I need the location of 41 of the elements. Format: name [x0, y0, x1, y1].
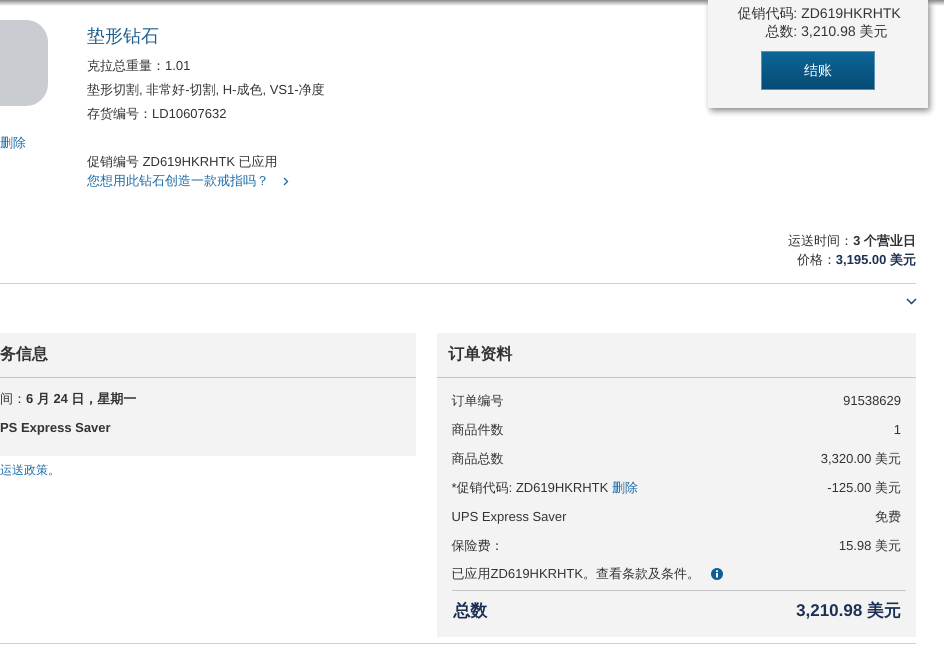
shipping-time-value: 3 个营业日 — [853, 233, 916, 248]
checkout-button[interactable]: 结账 — [761, 51, 875, 90]
info-icon — [711, 568, 723, 580]
remove-link[interactable]: 删除 — [0, 134, 87, 152]
promo-note: 促销编号 ZD619HKRHTK 已应用 — [87, 153, 279, 171]
carat-weight: 克拉总重量：1.01 — [87, 57, 192, 75]
shipping-time-label: 运送时间： — [788, 233, 854, 248]
total-value: 3,210.98 美元 — [801, 22, 889, 40]
panel-title: 务信息 — [0, 333, 416, 378]
summary-value: -125.00 美元 — [827, 479, 901, 497]
remove-link[interactable]: 删除 — [612, 480, 638, 495]
summary-value: 3,320.00 美元 — [820, 450, 901, 468]
summary-value: 1 — [894, 421, 901, 439]
summary-value: 91538629 — [843, 392, 901, 410]
chevron-right-icon — [283, 176, 289, 186]
summary-value: 免费 — [875, 508, 901, 526]
promo-code-value: ZD619HKRHTK — [801, 4, 901, 22]
summary-label: UPS Express Saver — [452, 508, 566, 526]
price-label: 价格： — [796, 252, 836, 267]
stock-number: 存货编号：LD10607632 — [87, 105, 228, 123]
summary-label: 商品总数 — [452, 450, 504, 468]
promo-code-label: 促销代码: — [737, 4, 798, 22]
total-label: 总数 — [454, 600, 488, 622]
panel-title: 订单资料 — [436, 333, 916, 378]
promo-terms-note: 已应用ZD619HKRHTK。查看条款及条件。 — [452, 565, 700, 583]
promo-code-label: *促销代码: ZD619HKRHTK — [452, 480, 610, 495]
price-value: 3,195.00 美元 — [836, 252, 916, 267]
product-title: 垫形钻石 — [87, 26, 159, 46]
shipping-policy-link[interactable]: 运送政策。 — [0, 462, 60, 479]
chevron-down-icon — [906, 298, 917, 305]
summary-label: 订单编号 — [452, 392, 504, 410]
ring-link[interactable]: 您想用此钻石创造一款戒指吗？ — [87, 172, 269, 190]
total-value: 3,210.98 美元 — [796, 600, 901, 622]
diamond-specs: 垫形切割, 非常好-切割, H-成色, VS1-净度 — [87, 81, 326, 99]
delivery-date-value: 6 月 24 日，星期一 — [26, 391, 137, 406]
total-label: 总数: — [764, 22, 798, 40]
summary-label: 保险费： — [452, 537, 504, 555]
delivery-date-label: 间： — [0, 391, 26, 406]
summary-value: 15.98 美元 — [838, 537, 901, 555]
shipping-method: PS Express Saver — [0, 419, 112, 437]
summary-label: 商品件数 — [452, 421, 504, 439]
